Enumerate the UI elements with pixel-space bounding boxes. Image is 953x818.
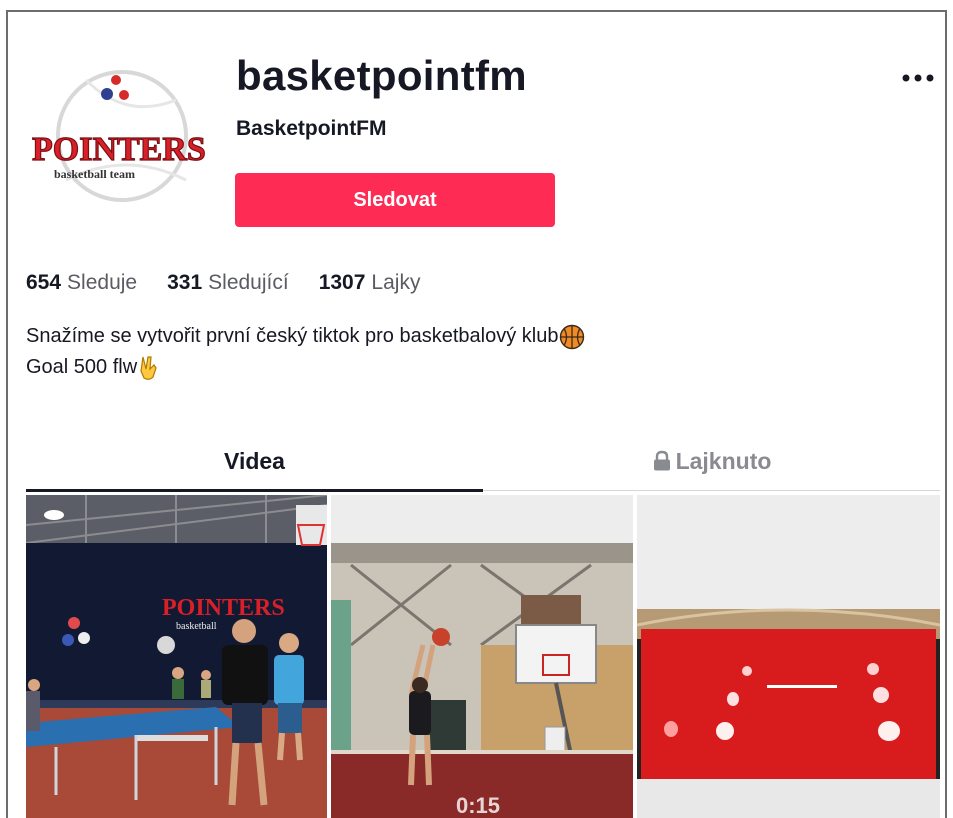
stat-likes-count: 1307 [318,271,366,294]
profile-bio: Snažíme se vytvořit první český tiktok p… [26,321,585,383]
profile-avatar[interactable]: POINTERS basketball team [26,60,208,210]
victory-hand-icon [138,355,160,381]
tab-videos[interactable]: Videa [26,432,483,490]
stat-followers[interactable]: 331 Sledující [167,271,289,295]
video-1-banner-sub: basketball [176,621,217,632]
active-tab-indicator [26,489,483,492]
bio-line-2: Goal 500 flw [26,356,138,378]
video-1-banner-text: POINTERS [162,595,285,621]
avatar-logo-sub: basketball team [54,167,135,181]
video-thumbnail-1[interactable]: POINTERS basketball [26,495,327,818]
video-grid: POINTERS basketball 0:15 [26,495,940,818]
tab-videos-label: Videa [224,447,285,474]
stat-likes: 1307 Lajky [319,271,421,295]
tab-liked[interactable]: Lajknuto [483,432,940,490]
bio-line-1: Snažíme se vytvořit první český tiktok p… [26,325,559,347]
avatar-logo-word: POINTERS [32,131,206,168]
video-2-overlay-text: 0:15 [456,793,500,818]
tab-liked-label: Lajknuto [675,447,772,474]
stat-followers-count: 331 [167,271,203,294]
basketball-icon [559,324,585,350]
video-thumbnail-3[interactable] [637,495,940,818]
lock-icon [652,450,672,472]
stat-likes-label: Lajky [371,271,421,294]
stat-following-count: 654 [26,271,62,294]
stat-following-label: Sledujе [67,271,138,294]
follow-button[interactable]: Sledovat [235,173,555,227]
profile-nickname: BasketpointFM [236,117,387,140]
video-thumbnail-2[interactable]: 0:15 [331,495,633,818]
stat-followers-label: Sledující [208,271,289,294]
profile-stats: 654 Sledujе 331 Sledující 1307 Lajky [26,271,450,295]
more-dots-icon [902,74,934,82]
profile-tabs: Videa Lajknuto [26,432,940,492]
profile-handle: basketpointfm [236,52,527,99]
stat-following[interactable]: 654 Sledujе [26,271,137,295]
more-options-button[interactable] [898,58,938,98]
